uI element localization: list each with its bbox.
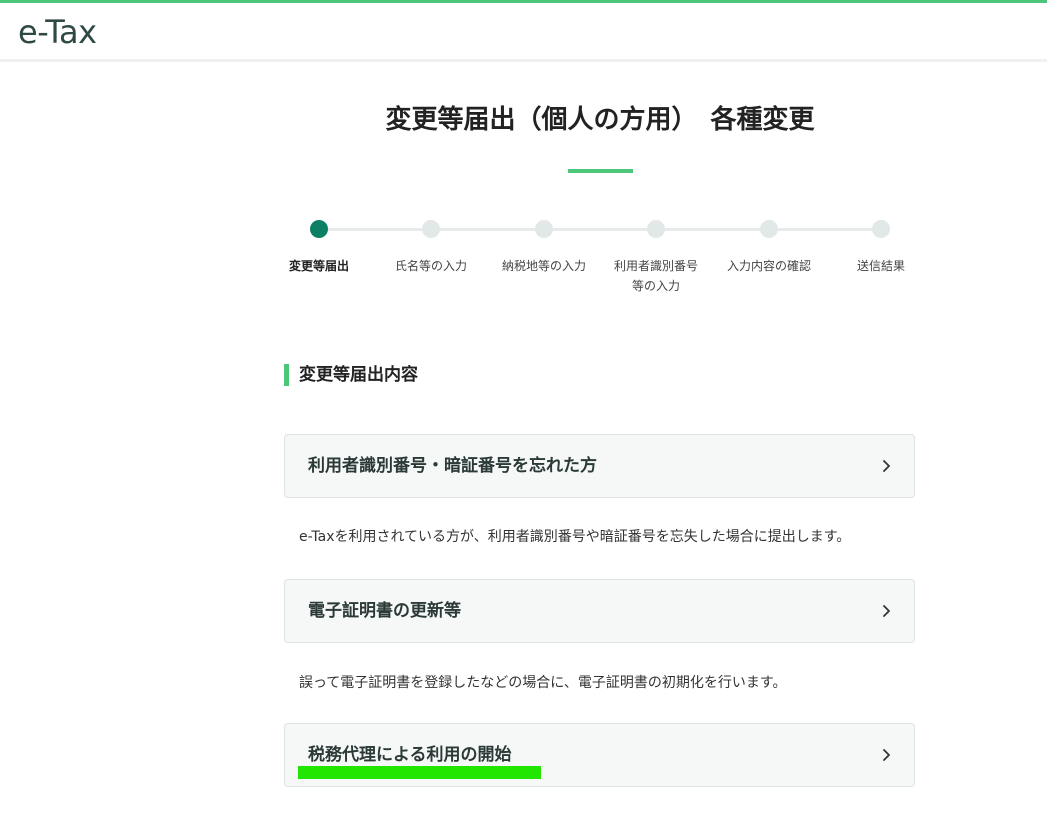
chevron-right-icon	[883, 605, 890, 617]
step-2-label: 氏名等の入力	[394, 259, 467, 273]
option-forgot-id-password-title: 利用者識別番号・暗証番号を忘れた方	[308, 456, 597, 476]
step-4-label: 利用者識別番号 等の入力	[613, 259, 698, 293]
step-3-label: 納税地等の入力	[501, 259, 586, 273]
title-underline	[568, 169, 633, 173]
step-3-dot	[535, 220, 553, 238]
option-certificate-update-description: 誤って電子証明書を登録したなどの場合に、電子証明書の初期化を行います。	[299, 675, 787, 691]
section-heading: 変更等届出内容	[284, 364, 418, 386]
step-6-label: 送信結果	[856, 259, 905, 273]
step-5-label: 入力内容の確認	[726, 259, 811, 273]
option-forgot-id-password[interactable]: 利用者識別番号・暗証番号を忘れた方	[284, 434, 915, 498]
site-header: e-Tax	[0, 3, 1047, 62]
etax-logo[interactable]: e-Tax	[18, 10, 97, 54]
page-title: 変更等届出（個人の方用） 各種変更	[385, 105, 815, 135]
option-tax-agent-start-title: 税務代理による利用の開始	[308, 745, 512, 765]
step-5-dot	[760, 220, 778, 238]
option-certificate-update-title: 電子証明書の更新等	[308, 601, 461, 621]
step-4-dot	[647, 220, 665, 238]
step-1-label: 変更等届出	[288, 259, 349, 273]
progress-stepper: 変更等届出 氏名等の入力 納税地等の入力 利用者識別番号 等の入力 入力内容の確…	[263, 210, 938, 310]
stepper-line	[319, 228, 881, 231]
chevron-right-icon	[883, 460, 890, 472]
option-certificate-update[interactable]: 電子証明書の更新等	[284, 579, 915, 643]
option-forgot-id-password-description: e-Taxを利用されている方が、利用者識別番号や暗証番号を忘失した場合に提出しま…	[299, 529, 851, 545]
highlight-annotation	[298, 766, 541, 779]
step-6-dot	[872, 220, 890, 238]
step-2-dot	[422, 220, 440, 238]
step-1-dot	[310, 220, 328, 238]
chevron-right-icon	[883, 749, 890, 761]
